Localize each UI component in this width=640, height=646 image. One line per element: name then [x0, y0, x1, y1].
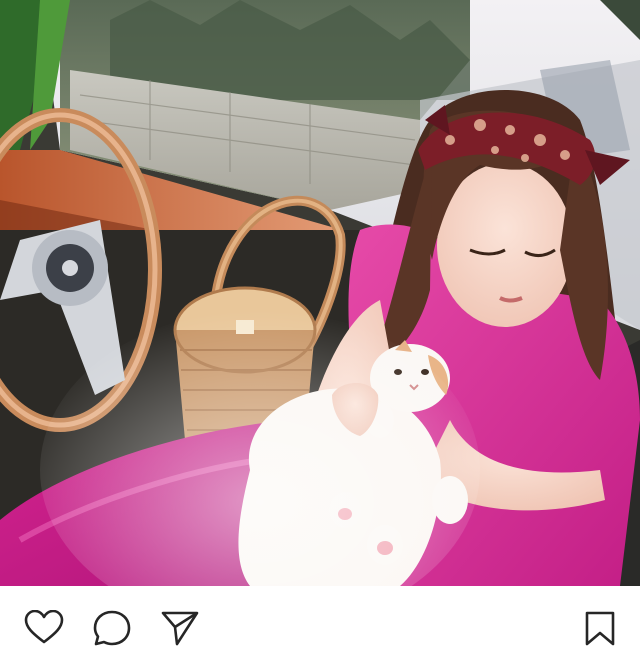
- like-button[interactable]: [22, 610, 66, 644]
- post-photo[interactable]: [0, 0, 640, 586]
- post-photo-illustration: [0, 0, 640, 586]
- heart-icon: [24, 610, 64, 644]
- comment-button[interactable]: [90, 610, 134, 646]
- send-icon: [161, 611, 199, 646]
- save-button[interactable]: [578, 610, 622, 646]
- comment-icon: [93, 610, 131, 646]
- share-button[interactable]: [158, 610, 202, 646]
- bookmark-icon: [585, 611, 615, 646]
- post-action-bar: [0, 586, 640, 646]
